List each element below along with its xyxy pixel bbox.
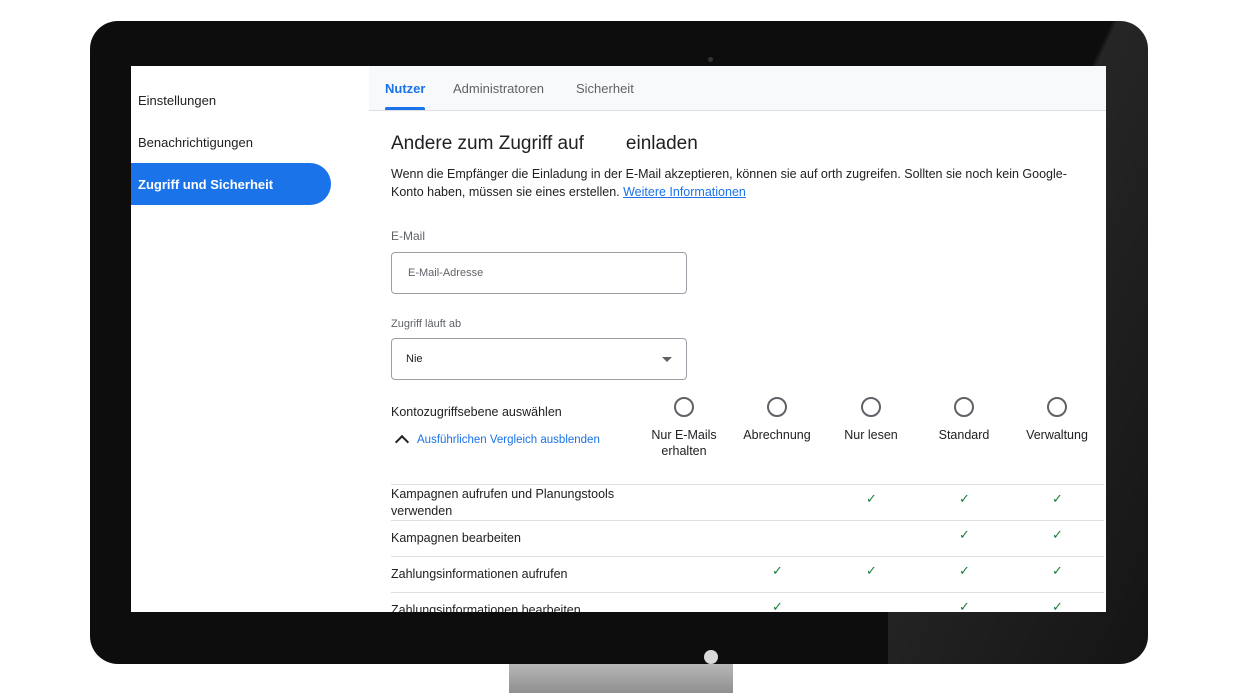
email-field[interactable]: [391, 252, 687, 294]
tab-bar: Nutzer Administratoren Sicherheit: [369, 66, 1106, 111]
tab-sicherheit[interactable]: Sicherheit: [576, 66, 634, 110]
role-nur-emails: Nur E-Mails erhalten: [634, 397, 734, 459]
camera-dot: [708, 57, 713, 62]
access-level-label: Kontozugriffsebene auswählen: [391, 405, 562, 419]
monitor-stand: [509, 660, 733, 693]
dropdown-arrow-icon: [662, 357, 672, 362]
radio-nur-lesen[interactable]: [861, 397, 881, 417]
table-row: Zahlungsinformationen bearbeiten ✓ ✓ ✓: [391, 592, 1104, 612]
monitor-power-button: [704, 650, 718, 664]
permission-label: Kampagnen bearbeiten: [391, 531, 521, 545]
checkmark-icon: ✓: [1052, 491, 1063, 506]
checkmark-icon: ✓: [866, 491, 877, 506]
permission-label: Zahlungsinformationen aufrufen: [391, 567, 568, 581]
hide-comparison-label: Ausführlichen Vergleich ausblenden: [417, 434, 600, 446]
sidebar-item-einstellungen[interactable]: Einstellungen: [131, 79, 331, 121]
table-row: Kampagnen aufrufen und Planungstools ver…: [391, 484, 1104, 521]
checkmark-icon: ✓: [959, 563, 970, 578]
page-title: Andere zum Zugriff auf einladen: [391, 133, 698, 154]
radio-abrechnung[interactable]: [767, 397, 787, 417]
role-standard: Standard: [914, 397, 1014, 443]
sidebar-item-label: Einstellungen: [138, 92, 217, 108]
sidebar-item-label: Zugriff und Sicherheit: [138, 176, 274, 192]
radio-standard[interactable]: [954, 397, 974, 417]
checkmark-icon: ✓: [1052, 599, 1063, 612]
role-abrechnung: Abrechnung: [727, 397, 827, 443]
table-row: Kampagnen bearbeiten ✓ ✓: [391, 520, 1104, 557]
sidebar-item-zugriff-und-sicherheit[interactable]: Zugriff und Sicherheit: [131, 163, 331, 205]
sidebar-item-label: Benachrichtigungen: [138, 134, 253, 150]
sidebar-item-benachrichtigungen[interactable]: Benachrichtigungen: [131, 121, 331, 163]
checkmark-icon: ✓: [866, 563, 877, 578]
chevron-up-icon: [394, 434, 410, 450]
role-nur-lesen: Nur lesen: [821, 397, 921, 443]
permission-label: Kampagnen aufrufen und Planungstools ver…: [391, 487, 615, 518]
radio-nur-emails[interactable]: [674, 397, 694, 417]
radio-verwaltung[interactable]: [1047, 397, 1067, 417]
checkmark-icon: ✓: [959, 491, 970, 506]
checkmark-icon: ✓: [1052, 563, 1063, 578]
tab-nutzer[interactable]: Nutzer: [385, 66, 426, 110]
sidebar: Einstellungen Benachrichtigungen Zugriff…: [131, 66, 341, 612]
checkmark-icon: ✓: [772, 599, 783, 612]
email-input[interactable]: [406, 266, 670, 280]
expiry-select[interactable]: Nie: [391, 338, 687, 380]
hide-comparison-toggle[interactable]: Ausführlichen Vergleich ausblenden: [391, 433, 600, 450]
role-verwaltung: Verwaltung: [1007, 397, 1106, 443]
checkmark-icon: ✓: [959, 599, 970, 612]
checkmark-icon: ✓: [959, 527, 970, 542]
email-label: E-Mail: [391, 229, 426, 243]
expiry-label: Zugriff läuft ab: [391, 318, 462, 330]
invite-panel: Andere zum Zugriff auf einladen Wenn die …: [369, 111, 1106, 612]
tab-administratoren[interactable]: Administratoren: [453, 66, 544, 110]
expiry-value: Nie: [406, 353, 423, 365]
checkmark-icon: ✓: [772, 563, 783, 578]
permission-label: Zahlungsinformationen bearbeiten: [391, 603, 581, 612]
checkmark-icon: ✓: [1052, 527, 1063, 542]
more-info-link[interactable]: Weitere Informationen: [623, 185, 746, 199]
screen: Einstellungen Benachrichtigungen Zugriff…: [131, 66, 1106, 612]
description: Wenn die Empfänger die Einladung in der …: [391, 167, 1067, 199]
table-row: Zahlungsinformationen aufrufen ✓ ✓ ✓ ✓: [391, 556, 1104, 593]
